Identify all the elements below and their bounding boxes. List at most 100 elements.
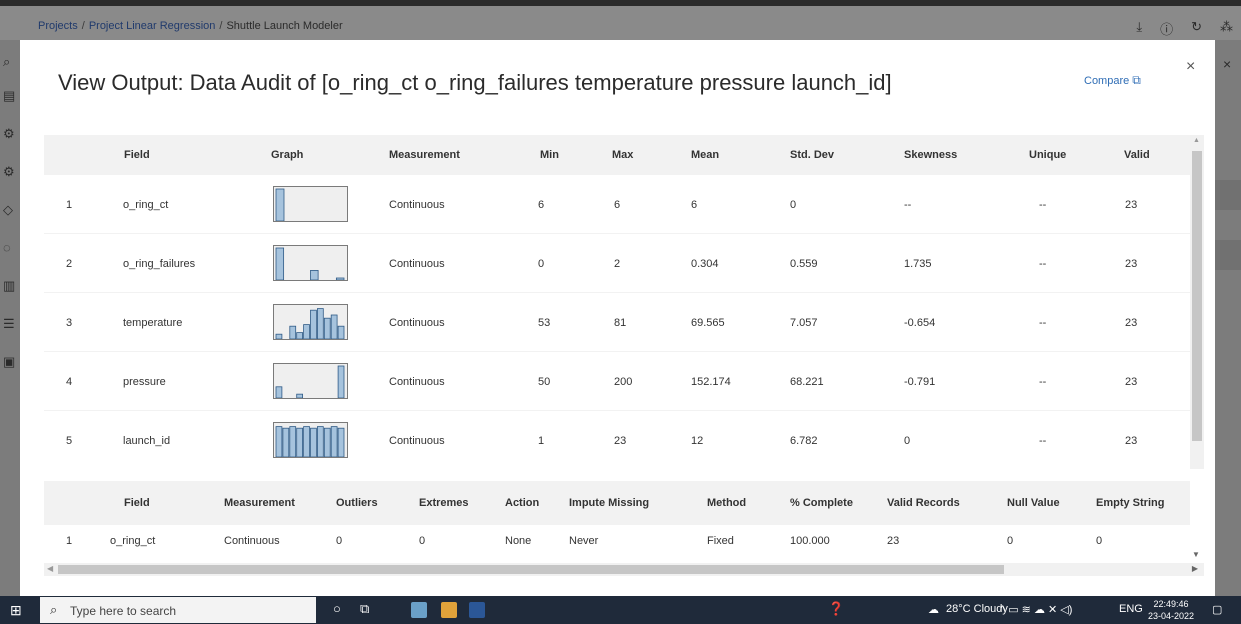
field-name: o_ring_ct [123, 199, 169, 211]
word-icon[interactable] [469, 602, 485, 618]
table-row[interactable]: 5 launch_id Continuous 1 23 12 6.782 0 -… [44, 411, 1190, 469]
impute-missing-value[interactable]: Never [569, 535, 598, 547]
column-header[interactable]: Action [505, 497, 539, 509]
search-placeholder: Type here to search [70, 604, 177, 618]
histogram-thumbnail[interactable] [273, 186, 348, 222]
column-header[interactable]: Valid Records [887, 497, 960, 509]
column-header[interactable]: Measurement [389, 149, 460, 161]
info-icon[interactable]: ⓘ [1160, 19, 1173, 38]
method-value[interactable]: Fixed [707, 535, 734, 547]
histogram-bar [282, 427, 290, 457]
histogram-bar [337, 325, 345, 339]
gem-icon[interactable]: ◇ [3, 202, 13, 218]
weather-text[interactable]: 28°C Cloudy [946, 603, 1008, 615]
column-header[interactable]: Min [540, 149, 559, 161]
histogram-thumbnail[interactable] [273, 363, 348, 399]
chart-icon[interactable]: ▥ [3, 278, 15, 294]
table-row[interactable]: 4 pressure Continuous 50 200 152.174 68.… [44, 352, 1190, 410]
column-header[interactable]: Skewness [904, 149, 957, 161]
settings-icon[interactable]: ⚙ [3, 164, 15, 180]
left-toolbar: ⌕ ▤ ⚙ ⚙ ◇ ◌ ▥ ☰ ▣ [0, 40, 20, 596]
app-icon[interactable] [411, 602, 427, 618]
column-header[interactable]: % Complete [790, 497, 853, 509]
column-header[interactable]: Extremes [419, 497, 469, 509]
cortana-icon[interactable]: ○ [333, 601, 341, 616]
history-icon[interactable]: ↻ [1191, 19, 1202, 38]
column-header[interactable]: Std. Dev [790, 149, 834, 161]
taskbar-search-box[interactable]: ⌕ Type here to search [40, 597, 316, 623]
table-row[interactable]: 3 temperature Continuous 53 81 69.565 7.… [44, 293, 1190, 351]
valid-value: 23 [1125, 199, 1138, 211]
scroll-up-icon[interactable]: ▲ [1193, 137, 1200, 144]
action-value[interactable]: None [505, 535, 531, 547]
column-header[interactable]: Null Value [1007, 497, 1060, 509]
valid-value: 23 [1125, 376, 1138, 388]
close-dialog-button[interactable]: × [1186, 58, 1195, 76]
column-header[interactable]: Method [707, 497, 746, 509]
settings-icon[interactable]: ⚙ [3, 126, 15, 142]
histogram-bar [289, 325, 297, 339]
file-explorer-icon[interactable] [441, 602, 457, 618]
mean-value: 6 [691, 199, 698, 211]
import-icon[interactable]: ▤ [3, 88, 15, 104]
column-header[interactable]: Field [124, 149, 150, 161]
close-icon[interactable]: × [1223, 56, 1231, 72]
histogram-bar [337, 427, 345, 457]
table-row[interactable]: 1 o_ring_ct Continuous 6 6 6 0 -- -- 23 [44, 175, 1190, 233]
column-header[interactable]: Max [612, 149, 633, 161]
histogram-thumbnail[interactable] [273, 304, 348, 340]
row-index: 5 [66, 435, 73, 447]
null-value-value: 0 [1007, 535, 1014, 547]
histogram-bar [323, 427, 331, 457]
histogram-bar [296, 427, 304, 457]
language-indicator[interactable]: ENG [1119, 603, 1143, 615]
valid-records-value: 23 [887, 535, 900, 547]
search-icon[interactable]: ⌕ [3, 54, 10, 70]
valid-value: 23 [1125, 258, 1138, 270]
compare-label: Compare [1084, 75, 1130, 87]
apps-icon[interactable]: ⁂ [1220, 19, 1233, 38]
clock[interactable]: 22:49:46 23-04-2022 [1148, 598, 1194, 622]
unique-value: -- [1039, 435, 1047, 447]
column-header[interactable]: Outliers [336, 497, 378, 509]
weather-icon[interactable]: ☁ [928, 603, 939, 616]
breadcrumb-projects-link[interactable]: Projects [38, 20, 78, 32]
task-view-icon[interactable]: ⧉ [360, 601, 369, 617]
column-header[interactable]: Field [124, 497, 150, 509]
export-icon[interactable]: ▣ [3, 354, 15, 370]
column-header[interactable]: Empty String [1096, 497, 1164, 509]
scroll-left-icon[interactable]: ◀ [47, 564, 53, 573]
histogram-thumbnail[interactable] [273, 245, 348, 281]
help-icon[interactable]: ❓ [828, 601, 844, 617]
scroll-right-icon[interactable]: ▶ [1192, 564, 1198, 573]
column-header[interactable]: Measurement [224, 497, 295, 509]
compare-button[interactable]: Compare ⧉ [1084, 73, 1141, 88]
column-header[interactable]: Unique [1029, 149, 1066, 161]
column-header[interactable]: Valid [1124, 149, 1150, 161]
skewness-value: -0.654 [904, 317, 936, 329]
table-row[interactable]: 2 o_ring_failures Continuous 0 2 0.304 0… [44, 234, 1190, 292]
scrollbar-thumb[interactable] [1192, 151, 1202, 441]
table-row[interactable]: 1 o_ring_ct Continuous 0 0 None Never Fi… [44, 525, 1190, 559]
measurement-value: Continuous [389, 435, 445, 447]
field-name: o_ring_ct [110, 535, 156, 547]
download-icon[interactable]: ⤓ [1136, 19, 1142, 38]
chat-icon[interactable]: ◌ [3, 240, 11, 255]
scrollbar-thumb[interactable] [58, 565, 1004, 574]
breadcrumb-project-link[interactable]: Project Linear Regression [89, 20, 216, 32]
row-index: 3 [66, 317, 73, 329]
std-dev-value: 6.782 [790, 435, 818, 447]
column-header[interactable]: Impute Missing [569, 497, 649, 509]
measurement-value: Continuous [389, 376, 445, 388]
histogram-thumbnail[interactable] [273, 422, 348, 458]
vertical-scrollbar[interactable]: ▲ [1190, 135, 1204, 469]
extremes-value: 0 [419, 535, 426, 547]
notifications-icon[interactable]: ▢ [1212, 603, 1222, 616]
table-icon[interactable]: ☰ [3, 316, 15, 332]
horizontal-scrollbar[interactable]: ◀ ▶ [44, 563, 1204, 576]
tray-icons[interactable]: ^ ▭ ≋ ☁ ✕ ◁) [1000, 603, 1072, 616]
scroll-down-icon[interactable]: ▼ [1192, 550, 1200, 559]
windows-start-icon[interactable]: ⊞ [10, 602, 22, 619]
measurement-value: Continuous [389, 199, 445, 211]
column-header[interactable]: Mean [691, 149, 719, 161]
